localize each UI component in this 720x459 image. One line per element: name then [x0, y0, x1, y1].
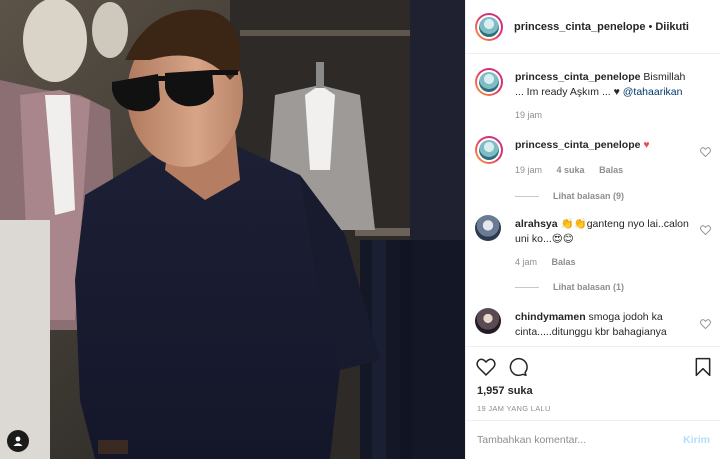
- reply-button[interactable]: Balas: [552, 257, 576, 267]
- heart-icon[interactable]: [476, 357, 496, 377]
- replies-line: [515, 195, 539, 197]
- clap-emoji: 👏👏: [560, 218, 587, 230]
- red-heart-emoji: ♥: [643, 139, 650, 151]
- post-side-panel: princess_cinta_penelope • Diikuti prince…: [465, 0, 720, 459]
- commenter-username[interactable]: chindymamen: [515, 311, 586, 323]
- comment-icon[interactable]: [508, 357, 528, 377]
- comment-meta: 4 jam Balas: [515, 257, 588, 267]
- author-avatar[interactable]: [475, 12, 503, 41]
- comment-like-icon[interactable]: [700, 319, 711, 329]
- post-comment-button[interactable]: Kirim: [683, 434, 710, 446]
- comment-time[interactable]: 4 jam: [515, 257, 537, 267]
- commenter-avatar[interactable]: [475, 308, 501, 334]
- header-separator: •: [648, 20, 653, 33]
- commenter-username[interactable]: alrahsya: [515, 218, 558, 230]
- caption-text: princess_cinta_penelope Bismillah ... Im…: [515, 71, 686, 98]
- comment-likes[interactable]: 4 suka: [557, 165, 585, 175]
- comment-like-icon[interactable]: [700, 225, 711, 235]
- view-replies-button[interactable]: Lihat balasan (9): [515, 191, 624, 201]
- add-comment-bar: Kirim: [466, 420, 720, 459]
- commenter-username[interactable]: princess_cinta_penelope: [515, 139, 640, 151]
- post-image: [0, 0, 465, 459]
- commenter-avatar[interactable]: [475, 136, 503, 164]
- author-username[interactable]: princess_cinta_penelope: [514, 21, 645, 33]
- heart-emoji: ♥: [613, 86, 620, 98]
- comment-input[interactable]: [477, 434, 684, 446]
- comment-meta: 19 jam 4 suka Balas: [515, 165, 635, 175]
- comment-like-icon[interactable]: [700, 147, 711, 157]
- bookmark-icon[interactable]: [693, 357, 713, 377]
- caption-time[interactable]: 19 jam: [515, 110, 542, 120]
- replies-line: [515, 286, 539, 288]
- mention-link[interactable]: @tahaarikan: [623, 86, 683, 98]
- comment-text: chindymamen smoga jodoh ka cinta.....dit…: [515, 311, 667, 338]
- post-actions: 1,957 suka 19 JAM YANG LALU: [466, 346, 720, 420]
- caption-author-avatar[interactable]: [475, 68, 503, 96]
- caption-meta: 19 jam: [515, 110, 554, 120]
- comment-text: alrahsya 👏👏ganteng nyo lai..calon uni ko…: [515, 218, 689, 245]
- view-replies-button[interactable]: Lihat balasan (1): [515, 282, 624, 292]
- post-photo[interactable]: [0, 0, 465, 459]
- comments-list[interactable]: princess_cinta_penelope Bismillah ... Im…: [466, 55, 720, 345]
- tagged-users-icon[interactable]: [7, 430, 29, 452]
- caption-username[interactable]: princess_cinta_penelope: [515, 71, 640, 83]
- comment-text: princess_cinta_penelope ♥: [515, 138, 691, 153]
- post-timestamp[interactable]: 19 JAM YANG LALU: [477, 404, 551, 413]
- post-header: princess_cinta_penelope • Diikuti: [466, 0, 720, 54]
- likes-count[interactable]: 1,957 suka: [477, 385, 533, 397]
- following-button[interactable]: Diikuti: [655, 21, 689, 33]
- commenter-avatar[interactable]: [475, 215, 501, 241]
- comment-time[interactable]: 19 jam: [515, 165, 542, 175]
- smile-emoji: 😍😊: [551, 233, 574, 245]
- reply-button[interactable]: Balas: [599, 165, 623, 175]
